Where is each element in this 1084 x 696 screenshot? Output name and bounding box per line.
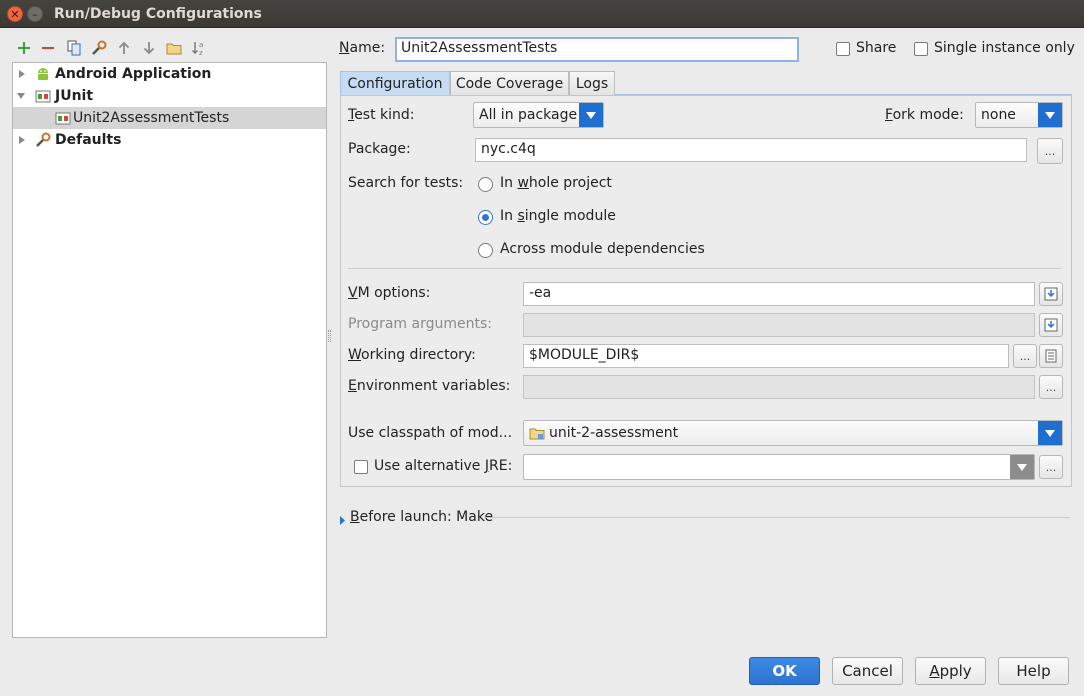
svg-text:z: z — [199, 49, 203, 56]
single-instance-label: Single instance only — [934, 40, 1075, 56]
chevron-down-icon — [1010, 455, 1034, 479]
ok-button[interactable]: OK — [749, 657, 820, 685]
classpath-module-value: unit-2-assessment — [549, 425, 679, 441]
splitter-handle[interactable] — [328, 330, 331, 342]
section-divider — [348, 268, 1062, 269]
junit-icon — [35, 88, 51, 104]
fork-mode-value: none — [981, 107, 1016, 123]
add-icon[interactable] — [14, 38, 34, 58]
single-instance-checkbox[interactable] — [914, 42, 928, 56]
tree-item-label: Android Application — [55, 66, 212, 82]
expand-program-arguments-icon[interactable] — [1039, 313, 1063, 337]
wrench-icon[interactable] — [89, 38, 109, 58]
tree-item-label: JUnit — [55, 88, 94, 104]
single-module-radio[interactable] — [478, 210, 493, 225]
tab-code-coverage[interactable]: Code Coverage — [450, 71, 569, 95]
package-label: Package: — [348, 141, 411, 157]
working-directory-label: Working directory: — [348, 347, 476, 363]
vm-options-input[interactable]: -ea — [523, 282, 1035, 306]
tree-item-defaults[interactable]: Defaults — [13, 129, 326, 151]
apply-button[interactable]: Apply — [915, 657, 986, 685]
wrench-icon — [35, 132, 51, 148]
program-arguments-input[interactable] — [523, 313, 1035, 337]
close-window-icon[interactable]: ✕ — [7, 6, 23, 22]
before-launch-label[interactable]: Before launch: Make — [350, 509, 493, 525]
edit-environment-variables-button[interactable]: ... — [1039, 375, 1063, 399]
module-folder-icon — [529, 426, 545, 440]
tree-item-android-application[interactable]: Android Application — [13, 63, 326, 85]
copy-icon[interactable] — [64, 38, 84, 58]
collapse-arrow-icon[interactable] — [16, 91, 26, 101]
tab-configuration[interactable]: Configuration — [340, 71, 450, 95]
help-button[interactable]: Help — [998, 657, 1069, 685]
whole-project-radio[interactable] — [478, 177, 493, 192]
alternative-jre-label: Use alternative JRE: — [374, 458, 513, 474]
across-module-label: Across module dependencies — [500, 241, 705, 257]
tree-item-junit[interactable]: JUnit — [13, 85, 326, 107]
tree-item-label: Defaults — [55, 132, 122, 148]
share-label: Share — [856, 40, 897, 56]
test-config-icon — [55, 110, 71, 126]
single-module-label: In single module — [500, 208, 616, 224]
remove-icon[interactable] — [38, 38, 58, 58]
browse-working-directory-button[interactable]: ... — [1013, 344, 1037, 368]
expand-vm-options-icon[interactable] — [1039, 282, 1063, 306]
test-kind-label: Test kind: — [348, 107, 415, 123]
across-module-radio[interactable] — [478, 243, 493, 258]
before-launch-toggle-icon[interactable] — [340, 513, 346, 529]
working-directory-input[interactable]: $MODULE_DIR$ — [523, 344, 1009, 368]
arrow-up-icon[interactable] — [114, 38, 134, 58]
tree-item-label: Unit2AssessmentTests — [73, 110, 230, 126]
sort-icon[interactable]: az — [189, 38, 209, 58]
alternative-jre-dropdown[interactable] — [523, 454, 1035, 480]
name-label: Name: — [339, 40, 386, 56]
tab-logs[interactable]: Logs — [569, 71, 615, 95]
environment-variables-input[interactable] — [523, 375, 1035, 399]
browse-jre-button[interactable]: ... — [1039, 455, 1063, 479]
title-bar: ✕ – Run/Debug Configurations — [0, 0, 1084, 28]
fork-mode-label: Fork mode: — [885, 107, 964, 123]
classpath-module-dropdown[interactable]: unit-2-assessment — [523, 420, 1063, 446]
minimize-window-icon[interactable]: – — [27, 6, 43, 22]
chevron-down-icon — [579, 103, 603, 127]
svg-text:a: a — [199, 41, 203, 49]
name-input[interactable]: Unit2AssessmentTests — [395, 37, 799, 62]
window-title: Run/Debug Configurations — [54, 6, 262, 22]
program-arguments-label: Program arguments: — [348, 316, 492, 332]
browse-package-button[interactable]: ... — [1037, 138, 1063, 164]
expand-arrow-icon[interactable] — [17, 135, 27, 145]
before-launch-divider — [484, 517, 1070, 518]
alternative-jre-checkbox[interactable] — [354, 460, 368, 474]
environment-variables-label: Environment variables: — [348, 378, 511, 394]
package-input[interactable]: nyc.c4q — [475, 138, 1027, 162]
test-kind-dropdown[interactable]: All in package — [473, 102, 604, 128]
tree-item-unit2assessmenttests[interactable]: Unit2AssessmentTests — [13, 107, 326, 129]
arrow-down-icon[interactable] — [139, 38, 159, 58]
fork-mode-dropdown[interactable]: none — [975, 102, 1063, 128]
chevron-down-icon — [1038, 421, 1062, 445]
chevron-down-icon — [1038, 103, 1062, 127]
search-for-tests-label: Search for tests: — [348, 175, 464, 191]
expand-arrow-icon[interactable] — [17, 69, 27, 79]
folder-icon[interactable] — [164, 38, 184, 58]
whole-project-label: In whole project — [500, 175, 612, 191]
cancel-button[interactable]: Cancel — [832, 657, 903, 685]
vm-options-label: VM options: — [348, 285, 431, 301]
classpath-label: Use classpath of mod... — [348, 425, 513, 441]
share-checkbox[interactable] — [836, 42, 850, 56]
configuration-tree[interactable]: Android Application JUnit Unit2Assessmen… — [12, 62, 327, 638]
macros-icon[interactable] — [1039, 344, 1063, 368]
android-icon — [35, 66, 51, 82]
test-kind-value: All in package — [479, 107, 578, 123]
